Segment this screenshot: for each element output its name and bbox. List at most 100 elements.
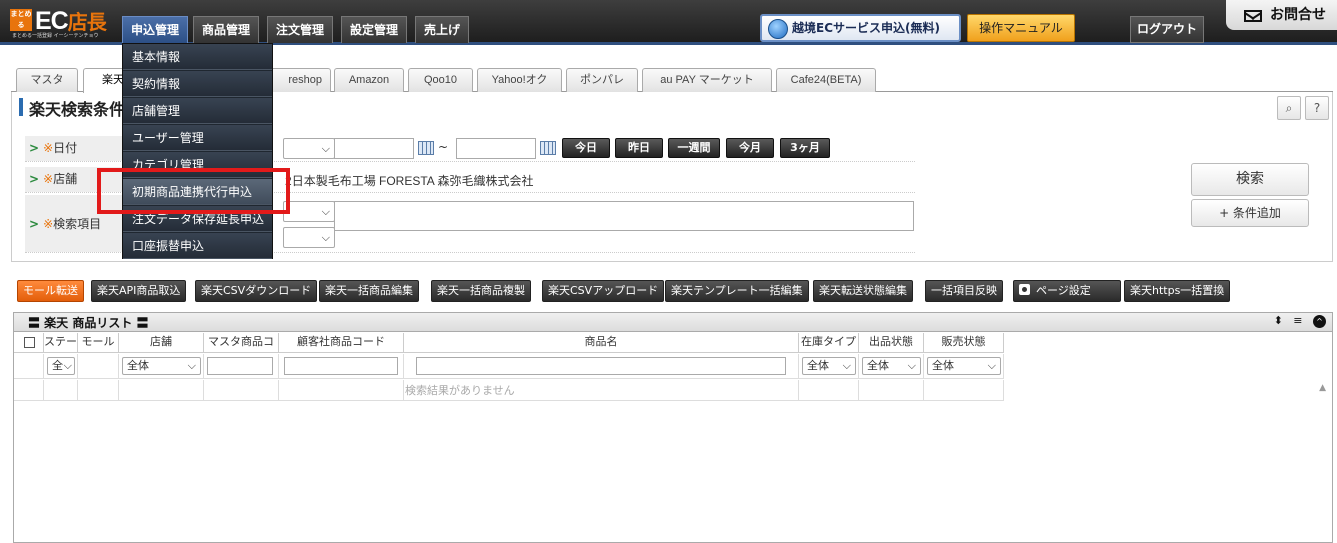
column-header-store[interactable]: 店舗 bbox=[119, 333, 204, 353]
column-header-product-name[interactable]: 商品名 bbox=[404, 333, 799, 353]
rakuten-https-replace-button[interactable]: 楽天https一括置換 bbox=[1124, 280, 1231, 302]
page-settings-button[interactable]: ページ設定 bbox=[1013, 280, 1121, 302]
store-filter-select[interactable]: 全体 ⌵ bbox=[122, 357, 201, 375]
scroll-up-icon[interactable]: ▲ bbox=[1319, 383, 1326, 393]
filter-cell: 全体 ⌵ bbox=[859, 354, 924, 379]
ec-tencho-logo[interactable]: まとめる EC店長 まとめる一括登録 イーシーテンチョウ bbox=[10, 7, 112, 39]
menu-item-account-transfer[interactable]: 口座振替申込 bbox=[123, 233, 272, 259]
empty-cell bbox=[78, 380, 119, 401]
top-bar: まとめる EC店長 まとめる一括登録 イーシーテンチョウ 申込管理 商品管理 注… bbox=[0, 0, 1337, 45]
logout-button[interactable]: ログアウト bbox=[1130, 16, 1204, 43]
keyword-match-select[interactable]: ⌵ bbox=[283, 227, 335, 248]
stock-type-filter-select[interactable]: 全体 ⌵ bbox=[802, 357, 856, 375]
rakuten-bulk-copy-button[interactable]: 楽天一括商品複製 bbox=[431, 280, 531, 302]
nav-settings-management[interactable]: 設定管理 bbox=[341, 16, 408, 43]
select-all-header bbox=[14, 333, 44, 353]
date-to-input[interactable] bbox=[456, 138, 536, 159]
search-button[interactable]: 検索 bbox=[1191, 163, 1309, 196]
tab-cafe24[interactable]: Cafe24(BETA) bbox=[776, 68, 876, 92]
date-label: > ※日付 bbox=[25, 136, 125, 161]
cross-border-ec-button[interactable]: 越境ECサービス申込(無料) bbox=[760, 14, 961, 42]
store-value: 2日本製毛布工場 FORESTA 森弥毛織株式会社 bbox=[285, 174, 534, 188]
column-header-master-code[interactable]: マスタ商品コ bbox=[204, 333, 279, 353]
status-filter-select[interactable]: 全 ⌵ bbox=[47, 357, 75, 375]
sales-status-filter-select[interactable]: 全体 ⌵ bbox=[927, 357, 1001, 375]
menu-item-store-management[interactable]: 店舗管理 bbox=[123, 98, 272, 124]
grid-header: 〓 楽天 商品リスト 〓 ⬍ ≡ ^ bbox=[14, 313, 1332, 332]
rakuten-template-bulk-edit-button[interactable]: 楽天テンプレート一括編集 bbox=[665, 280, 809, 302]
menu-item-user-management[interactable]: ユーザー管理 bbox=[123, 125, 272, 151]
nav-sales[interactable]: 売上げ bbox=[415, 16, 470, 43]
calendar-icon[interactable] bbox=[418, 141, 434, 155]
chevron-down-icon: ⌵ bbox=[63, 359, 72, 372]
rakuten-csv-download-button[interactable]: 楽天CSVダウンロード bbox=[195, 280, 318, 302]
chevron-down-icon: ⌵ bbox=[321, 205, 330, 218]
tab-master[interactable]: マスタ bbox=[16, 68, 78, 92]
nav-product-management[interactable]: 商品管理 bbox=[193, 16, 260, 43]
collapse-icon[interactable]: ^ bbox=[1313, 315, 1326, 328]
gear-icon bbox=[1019, 284, 1030, 295]
keyword-textarea[interactable] bbox=[334, 201, 914, 231]
rakuten-bulk-edit-button[interactable]: 楽天一括商品編集 bbox=[319, 280, 419, 302]
globe-icon bbox=[768, 19, 788, 39]
manual-button[interactable]: 操作マニュアル bbox=[967, 14, 1075, 42]
column-header-stock-type[interactable]: 在庫タイプ bbox=[799, 333, 859, 353]
listing-status-filter-select[interactable]: 全体 ⌵ bbox=[862, 357, 921, 375]
tab-amazon[interactable]: Amazon bbox=[334, 68, 404, 92]
calendar-icon[interactable] bbox=[540, 141, 556, 155]
column-header-status[interactable]: ステー bbox=[44, 333, 78, 353]
logo-mark: まとめる bbox=[10, 9, 32, 31]
empty-cell bbox=[44, 380, 78, 401]
date-from-input[interactable] bbox=[334, 138, 414, 159]
empty-cell bbox=[859, 380, 924, 401]
rakuten-transfer-status-button[interactable]: 楽天転送状態編集 bbox=[813, 280, 913, 302]
search-toggle-button[interactable]: ⌕ bbox=[1277, 96, 1301, 120]
quick-date-yesterday-button[interactable]: 昨日 bbox=[615, 138, 663, 158]
mall-transfer-button[interactable]: モール転送 bbox=[17, 280, 84, 302]
contact-button[interactable]: お問合せ bbox=[1226, 0, 1337, 30]
menu-item-basic-info[interactable]: 基本情報 bbox=[123, 44, 272, 70]
menu-icon[interactable]: ≡ bbox=[1293, 314, 1302, 327]
filter-cell: 全体 ⌵ bbox=[799, 354, 859, 379]
tab-yahoo-auction[interactable]: Yahoo!オク bbox=[477, 68, 562, 92]
date-type-select[interactable]: ⌵ bbox=[283, 138, 335, 159]
expand-icon[interactable]: ⬍ bbox=[1274, 314, 1283, 327]
add-condition-button[interactable]: + 条件追加 bbox=[1191, 199, 1309, 227]
column-header-customer-code[interactable]: 顧客社商品コード bbox=[279, 333, 404, 353]
rakuten-api-import-button[interactable]: 楽天API商品取込 bbox=[91, 280, 187, 302]
chevron-down-icon: ⌵ bbox=[321, 142, 330, 155]
tab-qoo10[interactable]: Qoo10 bbox=[408, 68, 473, 92]
keyword-field-select[interactable]: ⌵ bbox=[283, 201, 335, 222]
menu-item-contract-info[interactable]: 契約情報 bbox=[123, 71, 272, 97]
column-header-listing-status[interactable]: 出品状態 bbox=[859, 333, 924, 353]
tab-au-pay-market[interactable]: au PAY マーケット bbox=[642, 68, 772, 92]
quick-date-month-button[interactable]: 今月 bbox=[726, 138, 774, 158]
nav-application-management[interactable]: 申込管理 bbox=[122, 16, 189, 43]
menu-item-initial-product-sync-request[interactable]: 初期商品連携代行申込 bbox=[123, 179, 272, 205]
menu-item-order-data-extension[interactable]: 注文データ保存延長申込 bbox=[123, 206, 272, 232]
nav-order-management[interactable]: 注文管理 bbox=[267, 16, 334, 43]
rakuten-csv-upload-button[interactable]: 楽天CSVアップロード bbox=[542, 280, 665, 302]
select-all-checkbox[interactable] bbox=[24, 337, 35, 348]
customer-code-filter-input[interactable] bbox=[284, 357, 398, 375]
chevron-right-icon: > bbox=[29, 141, 40, 155]
master-code-filter-input[interactable] bbox=[207, 357, 273, 375]
filter-cell bbox=[204, 354, 279, 379]
grid-title: 〓 楽天 商品リスト 〓 bbox=[28, 316, 149, 330]
bulk-field-apply-button[interactable]: 一括項目反映 bbox=[925, 280, 1003, 302]
tab-ponpare[interactable]: ポンパレ bbox=[566, 68, 638, 92]
quick-date-today-button[interactable]: 今日 bbox=[562, 138, 610, 158]
empty-cell bbox=[924, 380, 1004, 401]
help-button[interactable]: ? bbox=[1305, 96, 1329, 120]
menu-item-category-management[interactable]: カテゴリ管理 bbox=[123, 152, 272, 178]
product-name-filter-input[interactable] bbox=[416, 357, 786, 375]
column-header-mall[interactable]: モール bbox=[78, 333, 119, 353]
filter-cell: 全体 ⌵ bbox=[924, 354, 1004, 379]
quick-date-week-button[interactable]: 一週間 bbox=[668, 138, 720, 158]
column-header-sales-status[interactable]: 販売状態 bbox=[924, 333, 1004, 353]
application-management-dropdown: 基本情報 契約情報 店舗管理 ユーザー管理 カテゴリ管理 初期商品連携代行申込 … bbox=[122, 43, 273, 259]
filter-cell bbox=[279, 354, 404, 379]
panel-title: 楽天検索条件 bbox=[19, 96, 125, 120]
quick-date-3months-button[interactable]: 3ヶ月 bbox=[780, 138, 830, 158]
empty-result-message: 検索結果がありません bbox=[405, 384, 515, 397]
